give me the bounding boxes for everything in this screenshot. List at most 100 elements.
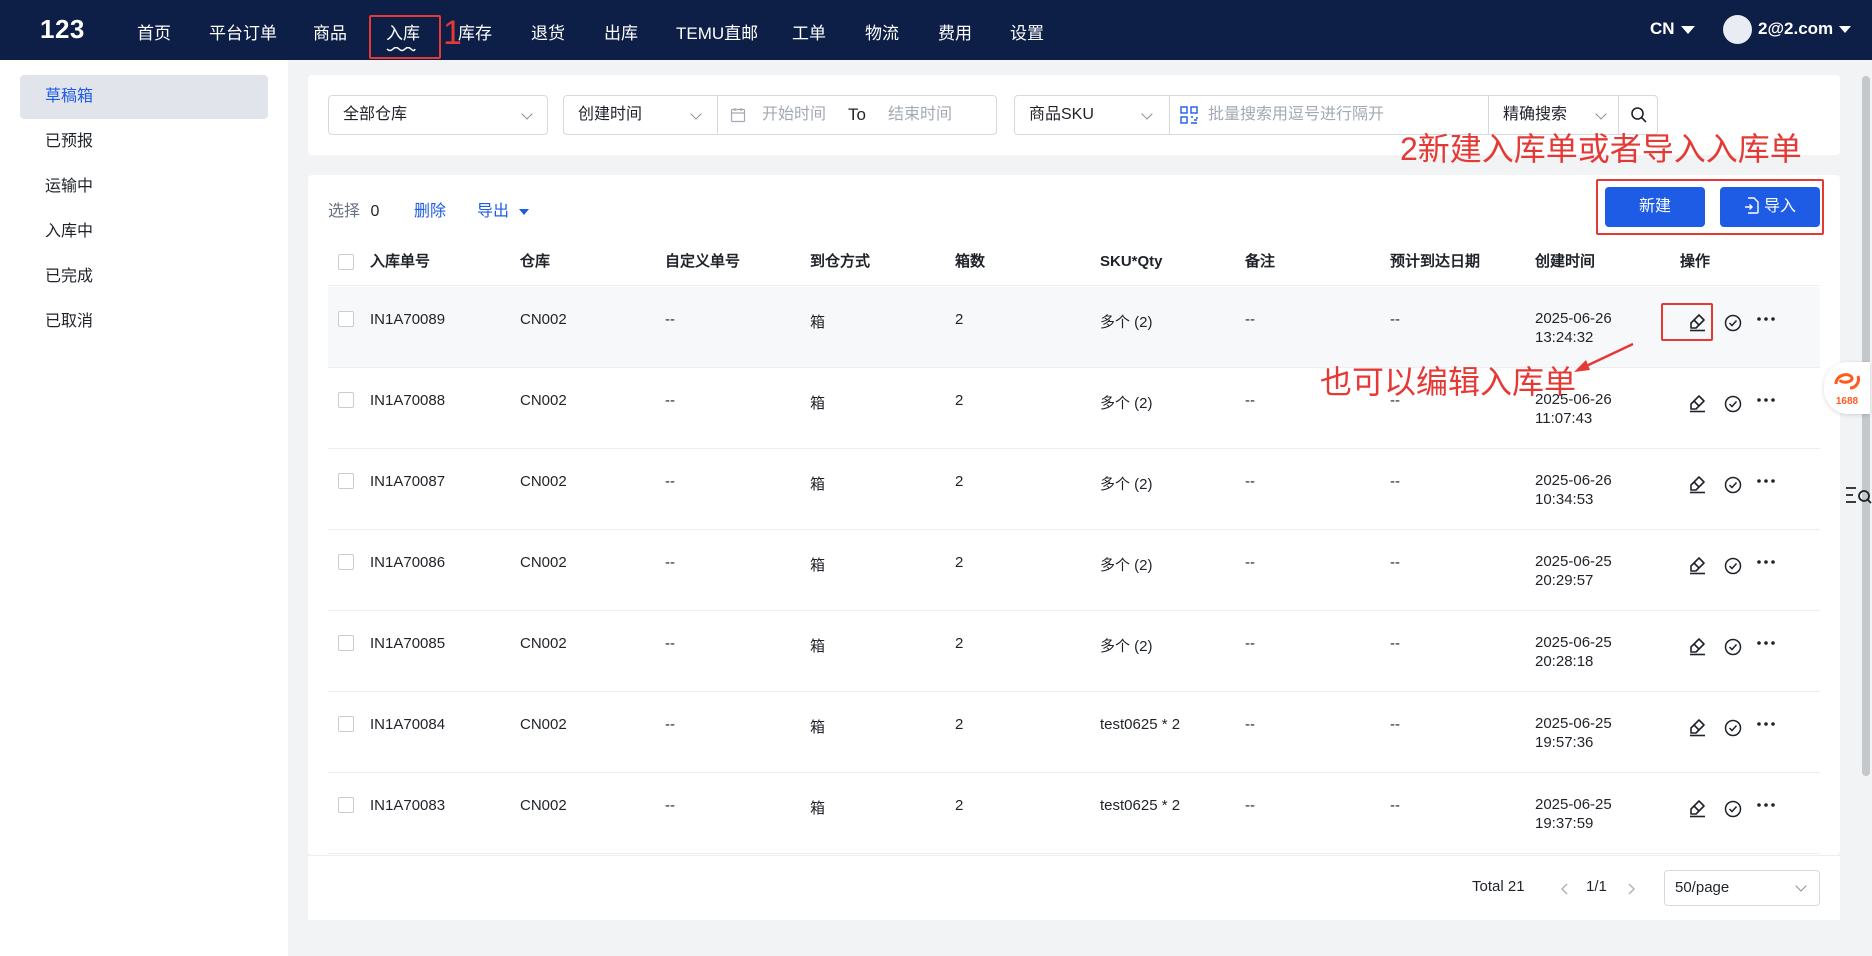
nav-item-temu-direct[interactable]: TEMU直邮 [676,19,758,44]
created-time: 10:34:53 [1535,491,1594,508]
cell-sku-qty[interactable]: 多个 (2) [1100,554,1153,575]
nav-item-inventory[interactable]: 库存 [458,19,492,44]
language-switch[interactable]: CN [1650,19,1695,39]
select-all-checkbox[interactable] [338,254,354,270]
next-page-icon[interactable] [1626,882,1636,896]
nav-item-logistics[interactable]: 物流 [865,19,899,44]
sidebar-item-completed[interactable]: 已完成 [20,255,268,299]
cell-inbound-id: IN1A70086 [370,554,446,571]
table-row[interactable]: IN1A70085 CN002 -- 箱 2 多个 (2) -- -- 2025-06-25 20… [328,611,1820,692]
table-row[interactable]: IN1A70083 CN002 -- 箱 2 test0625 * 2 -- -- 2025-0… [328,773,1820,854]
nav-item-platform-orders[interactable]: 平台订单 [209,19,277,44]
column-boxes[interactable]: 箱数 [955,238,985,286]
column-note[interactable]: 备注 [1245,238,1275,286]
cell-sku-qty[interactable]: 多个 (2) [1100,635,1153,656]
cell-boxes: 2 [955,311,964,328]
more-icon[interactable] [1755,311,1777,333]
row-checkbox[interactable] [338,473,354,489]
cell-note: -- [1245,635,1255,652]
sidebar-item-receiving[interactable]: 入库中 [20,210,268,254]
end-date-input[interactable]: 结束时间 [888,96,952,134]
date-range-picker[interactable]: 开始时间 To 结束时间 [717,95,997,135]
page-size-select[interactable]: 50/page [1664,870,1820,906]
more-icon[interactable] [1755,392,1777,414]
row-checkbox[interactable] [338,392,354,408]
more-icon[interactable] [1755,716,1777,738]
cell-note: -- [1245,716,1255,733]
column-custom-id[interactable]: 自定义单号 [665,238,740,286]
nav-item-outbound[interactable]: 出库 [604,19,638,44]
check-circle-icon[interactable] [1722,716,1744,738]
app-logo[interactable]: 123 [40,14,85,45]
row-checkbox[interactable] [338,554,354,570]
edit-icon[interactable] [1686,392,1708,414]
edit-icon[interactable] [1686,797,1708,819]
edit-icon[interactable] [1686,716,1708,738]
cell-sku-qty[interactable]: 多个 (2) [1100,473,1153,494]
1688-widget[interactable]: 1688 [1824,362,1870,414]
edit-icon[interactable] [1686,473,1708,495]
sidebar-item-drafts[interactable]: 草稿箱 [20,75,268,119]
delete-button[interactable]: 删除 [414,197,446,221]
edit-icon[interactable] [1686,635,1708,657]
nav-item-home[interactable]: 首页 [137,19,171,44]
table-row[interactable]: IN1A70087 CN002 -- 箱 2 多个 (2) -- -- 2025-06-26 10… [328,449,1820,530]
search-button[interactable] [1618,95,1658,135]
search-mode-select[interactable]: 精确搜索 [1488,95,1619,135]
row-checkbox[interactable] [338,635,354,651]
column-sku-qty[interactable]: SKU*Qty [1100,238,1163,286]
table-row[interactable]: IN1A70084 CN002 -- 箱 2 test0625 * 2 -- -- 2025-0… [328,692,1820,773]
scan-icon[interactable] [1180,106,1198,124]
cell-arrival-method: 箱 [810,476,826,493]
sku-type-select[interactable]: 商品SKU [1014,95,1170,135]
created-time: 20:28:18 [1535,653,1594,670]
search-list-icon[interactable] [1845,485,1872,507]
check-circle-icon[interactable] [1722,473,1744,495]
nav-item-tickets[interactable]: 工单 [792,19,826,44]
table-row[interactable]: IN1A70088 CN002 -- 箱 2 多个 (2) -- -- 2025-06-26 11… [328,368,1820,449]
date-type-select[interactable]: 创建时间 [563,95,718,135]
cell-sku-qty[interactable]: 多个 (2) [1100,392,1153,413]
nav-item-products[interactable]: 商品 [313,19,347,44]
sidebar-item-cancelled[interactable]: 已取消 [20,300,268,344]
sku-type-value: 商品SKU [1029,106,1094,123]
sidebar-item-in-transit[interactable]: 运输中 [20,165,268,209]
more-icon[interactable] [1755,635,1777,657]
warehouse-select[interactable]: 全部仓库 [328,95,548,135]
export-dropdown[interactable]: 导出 [477,197,530,221]
column-arrival-method[interactable]: 到仓方式 [810,238,870,286]
check-circle-icon[interactable] [1722,392,1744,414]
row-checkbox[interactable] [338,311,354,327]
column-eta[interactable]: 预计到达日期 [1390,238,1480,286]
check-circle-icon[interactable] [1722,635,1744,657]
nav-item-fees[interactable]: 费用 [938,19,972,44]
user-menu[interactable]: 2@2.com [1758,19,1852,39]
calendar-icon [730,108,746,123]
check-circle-icon[interactable] [1722,554,1744,576]
more-icon[interactable] [1755,554,1777,576]
nav-item-settings[interactable]: 设置 [1010,19,1044,44]
cell-inbound-id: IN1A70087 [370,473,446,490]
row-checkbox[interactable] [338,716,354,732]
column-warehouse[interactable]: 仓库 [520,238,550,286]
sidebar-item-forecasted[interactable]: 已预报 [20,120,268,164]
more-icon[interactable] [1755,797,1777,819]
cell-sku-qty[interactable]: 多个 (2) [1100,311,1153,332]
cell-warehouse: CN002 [520,392,567,409]
prev-page-icon[interactable] [1560,882,1570,896]
check-circle-icon[interactable] [1722,797,1744,819]
column-inbound-id[interactable]: 入库单号 [370,238,430,286]
scrollbar-thumb[interactable] [1862,76,1870,776]
start-date-input[interactable]: 开始时间 [762,96,826,134]
user-email: 2@2.com [1758,19,1834,38]
more-icon[interactable] [1755,473,1777,495]
edit-icon[interactable] [1686,554,1708,576]
column-created-at[interactable]: 创建时间 [1535,238,1595,286]
row-checkbox[interactable] [338,797,354,813]
check-circle-icon[interactable] [1722,311,1744,333]
avatar[interactable] [1723,15,1752,44]
cell-inbound-id: IN1A70088 [370,392,446,409]
search-input[interactable]: 批量搜索用逗号进行隔开 [1169,95,1489,135]
nav-item-returns[interactable]: 退货 [531,19,565,44]
table-row[interactable]: IN1A70086 CN002 -- 箱 2 多个 (2) -- -- 2025-06-25 20… [328,530,1820,611]
